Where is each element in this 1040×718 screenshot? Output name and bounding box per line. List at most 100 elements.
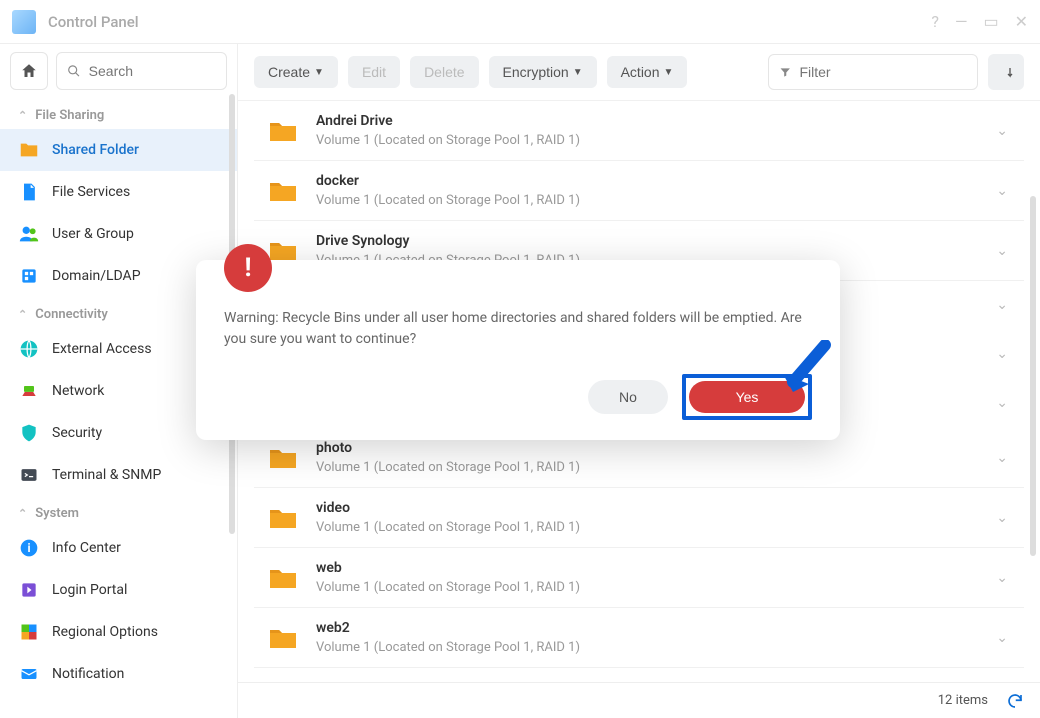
- no-button[interactable]: No: [588, 380, 668, 414]
- sidebar-item-notification[interactable]: Notification: [0, 653, 237, 695]
- folder-row[interactable]: web Volume 1 (Located on Storage Pool 1,…: [254, 548, 1024, 608]
- yes-button[interactable]: Yes: [689, 381, 805, 413]
- folder-icon: [268, 239, 298, 263]
- caret-down-icon: ▼: [573, 67, 583, 78]
- minimize-icon[interactable]: —: [955, 12, 968, 31]
- chevron-down-icon[interactable]: ⌄: [988, 395, 1016, 411]
- sidebar-item-user-group[interactable]: User & Group: [0, 213, 237, 255]
- folder-name: web2: [316, 620, 988, 636]
- sidebar-item-label: Network: [52, 383, 104, 399]
- delete-button[interactable]: Delete: [410, 56, 478, 88]
- network-icon: [18, 380, 40, 402]
- home-button[interactable]: [10, 52, 48, 90]
- window-controls: ? — ▭ ✕: [931, 12, 1028, 31]
- statusbar: 12 items: [238, 682, 1040, 718]
- action-button[interactable]: Action▼: [607, 56, 688, 88]
- folder-row[interactable]: Andrei Drive Volume 1 (Located on Storag…: [254, 101, 1024, 161]
- folder-info: Andrei Drive Volume 1 (Located on Storag…: [316, 113, 988, 148]
- sidebar-item-regional-options[interactable]: Regional Options: [0, 611, 237, 653]
- filter-input[interactable]: [799, 64, 967, 80]
- chevron-down-icon[interactable]: ⌄: [988, 450, 1016, 466]
- chevron-down-icon[interactable]: ⌄: [988, 183, 1016, 199]
- section-file-sharing[interactable]: ⌃ File Sharing: [0, 98, 237, 129]
- terminal-icon: [18, 464, 40, 486]
- search-input[interactable]: [89, 63, 216, 79]
- folder-row[interactable]: video Volume 1 (Located on Storage Pool …: [254, 488, 1024, 548]
- folder-row[interactable]: docker Volume 1 (Located on Storage Pool…: [254, 161, 1024, 221]
- chevron-down-icon[interactable]: ⌄: [988, 123, 1016, 139]
- sidebar-item-login-portal[interactable]: Login Portal: [0, 569, 237, 611]
- regional-icon: [18, 621, 40, 643]
- edit-button[interactable]: Edit: [348, 56, 400, 88]
- sidebar-item-info-center[interactable]: i Info Center: [0, 527, 237, 569]
- folder-location: Volume 1 (Located on Storage Pool 1, RAI…: [316, 193, 988, 208]
- sidebar-item-label: User & Group: [52, 226, 134, 242]
- filter-box[interactable]: [768, 54, 978, 90]
- section-label: Connectivity: [35, 307, 108, 322]
- sidebar-item-label: Notification: [52, 666, 124, 682]
- sort-button[interactable]: [988, 54, 1024, 90]
- chevron-down-icon[interactable]: ⌄: [988, 346, 1016, 362]
- users-icon: [18, 223, 40, 245]
- chevron-down-icon[interactable]: ⌄: [988, 243, 1016, 259]
- file-icon: [18, 181, 40, 203]
- chevron-down-icon[interactable]: ⌄: [988, 570, 1016, 586]
- chevron-up-icon: ⌃: [18, 109, 27, 122]
- sidebar-item-label: Login Portal: [52, 582, 127, 598]
- folder-name: video: [316, 500, 988, 516]
- list-scrollbar[interactable]: [1030, 196, 1036, 556]
- svg-text:i: i: [27, 541, 30, 555]
- caret-down-icon: ▼: [314, 67, 324, 78]
- create-button[interactable]: Create▼: [254, 56, 338, 88]
- info-icon: i: [18, 537, 40, 559]
- refresh-button[interactable]: [1006, 692, 1024, 710]
- section-system[interactable]: ⌃ System: [0, 496, 237, 527]
- section-label: System: [35, 506, 79, 521]
- sidebar-item-label: Domain/LDAP: [52, 268, 141, 284]
- sidebar-item-label: Shared Folder: [52, 142, 139, 158]
- search-box[interactable]: [56, 52, 227, 90]
- sidebar-item-shared-folder[interactable]: Shared Folder: [0, 129, 237, 171]
- chevron-down-icon[interactable]: ⌄: [988, 630, 1016, 646]
- folder-row[interactable]: web2 Volume 1 (Located on Storage Pool 1…: [254, 608, 1024, 668]
- folder-location: Volume 1 (Located on Storage Pool 1, RAI…: [316, 640, 988, 655]
- help-icon[interactable]: ?: [931, 12, 939, 31]
- sidebar-item-label: File Services: [52, 184, 130, 200]
- maximize-icon[interactable]: ▭: [983, 12, 998, 31]
- folder-name: photo: [316, 440, 988, 456]
- folder-icon: [268, 119, 298, 143]
- section-label: File Sharing: [35, 108, 104, 123]
- sidebar-item-file-services[interactable]: File Services: [0, 171, 237, 213]
- chevron-up-icon: ⌃: [18, 308, 27, 321]
- home-icon: [20, 62, 38, 80]
- folder-name: Drive Synology: [316, 233, 988, 249]
- sidebar-item-label: Security: [52, 425, 102, 441]
- chevron-down-icon[interactable]: ⌄: [988, 510, 1016, 526]
- refresh-icon: [1006, 692, 1024, 710]
- folder-icon: [268, 566, 298, 590]
- folder-info: web2 Volume 1 (Located on Storage Pool 1…: [316, 620, 988, 655]
- caret-down-icon: ▼: [664, 67, 674, 78]
- sidebar-item-label: External Access: [52, 341, 152, 357]
- folder-name: web: [316, 560, 988, 576]
- folder-location: Volume 1 (Located on Storage Pool 1, RAI…: [316, 520, 988, 535]
- folder-name: docker: [316, 173, 988, 189]
- chevron-down-icon[interactable]: ⌄: [988, 297, 1016, 313]
- sidebar-item-label: Regional Options: [52, 624, 158, 640]
- globe-icon: [18, 338, 40, 360]
- folder-name: Andrei Drive: [316, 113, 988, 129]
- item-count: 12 items: [938, 693, 988, 708]
- notification-icon: [18, 663, 40, 685]
- window-title: Control Panel: [48, 13, 931, 31]
- sidebar-item-label: Info Center: [52, 540, 121, 556]
- shield-icon: [18, 422, 40, 444]
- warning-icon: !: [224, 244, 272, 292]
- confirm-dialog: ! Warning: Recycle Bins under all user h…: [196, 260, 840, 440]
- folder-location: Volume 1 (Located on Storage Pool 1, RAI…: [316, 133, 988, 148]
- portal-icon: [18, 579, 40, 601]
- dialog-actions: No Yes: [224, 374, 812, 420]
- dialog-message: Warning: Recycle Bins under all user hom…: [224, 308, 812, 350]
- encryption-button[interactable]: Encryption▼: [489, 56, 597, 88]
- sidebar-item-terminal-snmp[interactable]: Terminal & SNMP: [0, 454, 237, 496]
- close-icon[interactable]: ✕: [1015, 12, 1028, 31]
